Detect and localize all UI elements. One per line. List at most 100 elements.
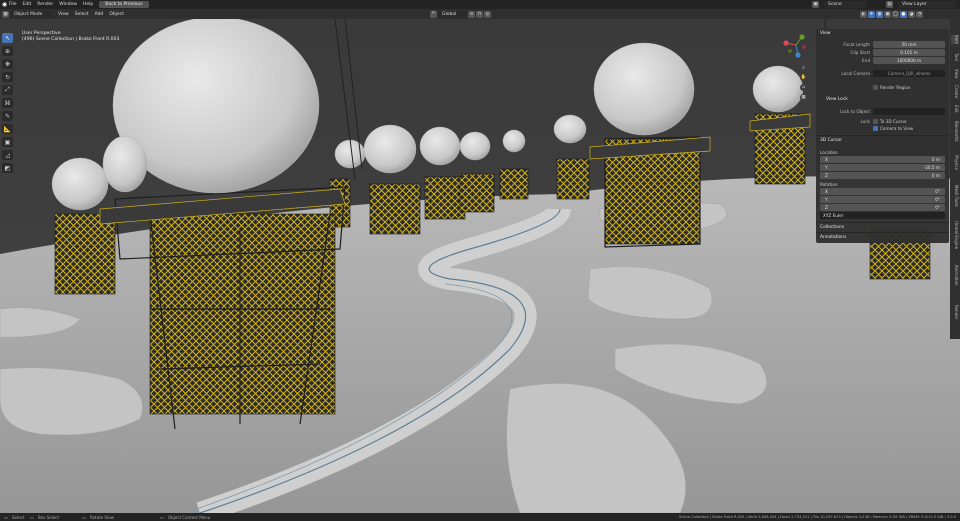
tab-item[interactable]: Item	[951, 35, 959, 45]
cursor-z-label: Z	[825, 173, 828, 178]
tab-blenderkit[interactable]: BlenderKit	[951, 121, 959, 142]
cursor-x-value: 0 m	[931, 157, 940, 162]
zoom-icon[interactable]: ⌕	[800, 64, 807, 71]
status-rotate-icon: ▭	[82, 514, 86, 520]
menu-select[interactable]: Select	[75, 12, 89, 17]
add-cube-tool-icon[interactable]: ▣	[2, 137, 13, 147]
visibility-icon[interactable]: ◐	[860, 10, 867, 18]
editor-type-icon[interactable]: ▦	[2, 10, 9, 18]
menu-render[interactable]: Render	[37, 2, 53, 7]
tab-edit[interactable]: Edit	[951, 105, 959, 113]
menu-object[interactable]: Object	[109, 12, 124, 17]
view-lock-header[interactable]: View Lock	[826, 97, 848, 102]
to-3d-cursor-checkbox[interactable]	[873, 119, 878, 124]
cursor-z-value: 0 m	[931, 173, 940, 178]
blender-logo-icon[interactable]: ◉	[0, 0, 9, 9]
to-3d-cursor-label: To 3D Cursor	[880, 119, 907, 124]
move-tool-icon[interactable]: ✥	[2, 59, 13, 69]
pivot-icon[interactable]: ⊙	[468, 10, 475, 18]
cursor-y-label: Y	[825, 165, 828, 170]
status-box-select-icon: ▭	[30, 514, 34, 520]
divider	[816, 222, 949, 223]
scene-field[interactable]: Scene	[824, 1, 866, 8]
tab-render[interactable]: Render	[951, 305, 959, 319]
measure-tool-icon[interactable]: 📐	[2, 124, 13, 134]
view-layer-field[interactable]: View Layer	[898, 1, 956, 8]
clip-start-field[interactable]: 0.101 m	[873, 49, 945, 56]
cursor-x-field[interactable]: X 0 m	[820, 156, 945, 163]
lock-to-object-label: Lock to Object	[839, 109, 870, 114]
tab-mesh-tools[interactable]: Mesh Tools	[951, 185, 959, 207]
rendered-shading-icon[interactable]: ◔	[916, 10, 923, 18]
cursor-tool-icon[interactable]: ⊕	[2, 46, 13, 56]
orientation-icon[interactable]: ⤧	[430, 10, 437, 18]
scale-tool-icon[interactable]: ⤢	[2, 85, 13, 95]
orientation-selector[interactable]: Global	[438, 10, 466, 18]
gizmo-icon[interactable]: ✛	[868, 10, 875, 18]
back-to-previous-button[interactable]: Back to Previous	[99, 1, 149, 8]
xray-icon[interactable]: ▣	[884, 10, 891, 18]
rotation-z-label: Z	[825, 205, 828, 210]
lock-to-object-field[interactable]	[873, 108, 945, 115]
camera-view-icon[interactable]: ⌂	[800, 84, 807, 91]
cursor-z-field[interactable]: Z 0 m	[820, 172, 945, 179]
view-layer-icon: ▤	[886, 1, 893, 8]
status-bar: ▭ Select ▭ Box Select ▭ Rotate View ▭ Ob…	[0, 513, 960, 521]
clip-end-field[interactable]: 1000000 m	[873, 57, 945, 64]
rotation-label: Rotation	[820, 182, 838, 187]
tab-animation[interactable]: Animation	[951, 265, 959, 285]
menu-edit[interactable]: Edit	[23, 2, 32, 7]
menu-view[interactable]: View	[58, 12, 69, 17]
tab-view[interactable]: View	[951, 69, 959, 79]
shading-group: ◐ ✛ ◍ ▣ ◯ ● ◕ ◔	[860, 10, 924, 18]
rotation-z-field[interactable]: Z 0°	[820, 204, 945, 211]
focal-length-field[interactable]: 50 mm	[873, 41, 945, 48]
camera-to-view-label: Camera to View	[880, 126, 914, 131]
view-section-header[interactable]: View	[820, 31, 830, 36]
ortho-toggle-icon[interactable]: ▦	[800, 94, 807, 101]
nav-buttons: ⌕ ✋ ⌂ ▦	[800, 64, 808, 101]
collection-label: (496) Scene Collection | Brake Front R.0…	[22, 37, 120, 42]
tab-create[interactable]: Create	[951, 85, 959, 98]
rotation-x-field[interactable]: X 0°	[820, 188, 945, 195]
local-camera-field[interactable]: Camera_DJR_wheels	[873, 70, 945, 77]
mode-selector[interactable]: Object Mode	[10, 10, 52, 18]
solid-shading-icon[interactable]: ●	[900, 10, 907, 18]
tool-shelf: ↖ ⊕ ✥ ↻ ⤢ ⌘ ✎ 📐 ▣ ◿ ◩	[2, 33, 14, 173]
select-tool-icon[interactable]: ↖	[2, 33, 13, 43]
collections-header[interactable]: Collections	[820, 225, 844, 230]
render-region-checkbox[interactable]	[873, 85, 878, 90]
rotate-tool-icon[interactable]: ↻	[2, 72, 13, 82]
render-region-label: Render Region	[880, 85, 911, 90]
overlays-icon[interactable]: ◍	[876, 10, 883, 18]
annotations-header[interactable]: Annotations	[820, 235, 846, 240]
menu-window[interactable]: Window	[59, 2, 77, 7]
camera-to-view-checkbox[interactable]	[873, 126, 878, 131]
annotate-tool-icon[interactable]: ✎	[2, 111, 13, 121]
viewport-info: User Perspective (496) Scene Collection …	[22, 31, 119, 43]
view-layer-selector[interactable]: ▤ View Layer	[886, 1, 956, 8]
clip-start-label: Clip Start	[850, 50, 870, 55]
rotation-mode-dropdown[interactable]: XYZ Euler	[820, 212, 945, 219]
cursor-y-field[interactable]: Y -20.5 m	[820, 164, 945, 171]
tab-tool[interactable]: Tool	[951, 53, 959, 61]
rotation-y-field[interactable]: Y 0°	[820, 196, 945, 203]
shear-tool-icon[interactable]: ◿	[2, 150, 13, 160]
transform-tool-icon[interactable]: ⌘	[2, 98, 13, 108]
extra-tool-icon[interactable]: ◩	[2, 163, 13, 173]
menu-file[interactable]: File	[9, 2, 17, 7]
pan-icon[interactable]: ✋	[800, 74, 807, 81]
3d-cursor-header[interactable]: 3D Cursor	[820, 138, 842, 143]
tab-physics[interactable]: Physics	[951, 155, 959, 170]
scene-selector[interactable]: ▣ Scene	[812, 1, 866, 8]
proportional-edit-icon[interactable]: ◎	[484, 10, 491, 18]
wireframe-shading-icon[interactable]: ◯	[892, 10, 899, 18]
snap-icon[interactable]: ⊓	[476, 10, 483, 18]
status-rotate-view: Rotate View	[90, 514, 114, 520]
menu-add[interactable]: Add	[95, 12, 104, 17]
status-context-menu: Object Context Menu	[168, 514, 211, 520]
menu-help[interactable]: Help	[83, 2, 93, 7]
status-select: Select	[12, 514, 25, 520]
tab-unreal-engine[interactable]: Unreal Engine	[951, 221, 959, 249]
material-shading-icon[interactable]: ◕	[908, 10, 915, 18]
